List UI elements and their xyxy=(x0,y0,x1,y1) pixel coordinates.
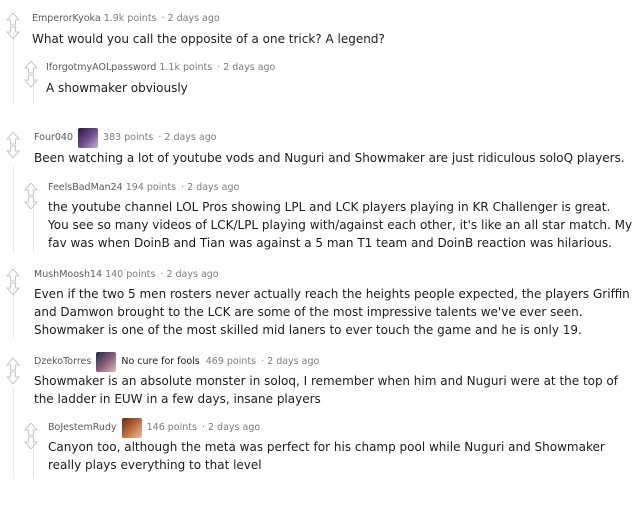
comment-body: the youtube channel LOL Pros showing LPL… xyxy=(48,198,632,252)
thread-line[interactable] xyxy=(13,166,14,252)
vote-controls xyxy=(6,357,20,385)
comment-text-line: the ladder in EUW in a few days, insane … xyxy=(34,392,321,406)
vote-controls xyxy=(24,422,38,450)
vote-controls xyxy=(6,131,20,159)
comment-timestamp[interactable]: 2 days ago xyxy=(223,61,275,75)
upvote-arrow-icon[interactable] xyxy=(6,268,20,282)
comment-points: 146 points xyxy=(146,422,197,433)
comment-meta: FeelsBadMan24 194 points · 2 days ago xyxy=(48,181,632,195)
comment: Four040 383 points · 2 days ago Been wat… xyxy=(34,128,625,167)
meta-separator: · xyxy=(181,182,185,193)
upvote-arrow-icon[interactable] xyxy=(24,182,38,196)
comment: IforgotmyAOLpassword 1.1k points · 2 day… xyxy=(46,61,275,97)
comment-text-line: You see so many videos of LCK/LPL playin… xyxy=(48,218,633,232)
comment-meta: MushMoosh14 140 points · 2 days ago xyxy=(34,268,630,282)
upvote-arrow-icon[interactable] xyxy=(6,131,20,145)
upvote-arrow-icon[interactable] xyxy=(24,60,38,74)
comment-points: 1.9k points xyxy=(103,13,157,24)
meta-separator: · xyxy=(261,356,265,367)
upvote-arrow-icon[interactable] xyxy=(6,357,20,371)
comment-meta: IforgotmyAOLpassword 1.1k points · 2 day… xyxy=(46,61,275,75)
comment-author[interactable]: EmperorKyoka xyxy=(32,12,101,26)
comment-text-line: Showmaker is an absolute monster in solo… xyxy=(34,374,618,388)
comment-timestamp[interactable]: 2 days ago xyxy=(267,355,319,369)
user-avatar xyxy=(78,128,98,148)
downvote-arrow-icon[interactable] xyxy=(6,145,20,159)
comment-body: Even if the two 5 men rosters never actu… xyxy=(34,285,630,339)
comment-body: Showmaker is an absolute monster in solo… xyxy=(34,372,618,408)
comment-author[interactable]: DzekoTorres xyxy=(34,355,91,369)
comment: BoJestemRudy 146 points · 2 days ago Can… xyxy=(48,418,605,474)
meta-separator: · xyxy=(217,62,221,73)
upvote-arrow-icon[interactable] xyxy=(24,422,38,436)
meta-separator: · xyxy=(158,132,162,143)
comment: DzekoTorres No cure for fools 469 points… xyxy=(34,352,618,408)
comment-body: Been watching a lot of youtube vods and … xyxy=(34,149,625,167)
upvote-arrow-icon[interactable] xyxy=(6,12,20,26)
comment-meta: BoJestemRudy 146 points · 2 days ago xyxy=(48,418,605,438)
user-avatar xyxy=(121,418,142,438)
comment-text-line: and Damwon brought to the LCK are some o… xyxy=(34,305,583,319)
comment-timestamp[interactable]: 2 days ago xyxy=(164,131,216,145)
vote-controls xyxy=(6,268,20,296)
comment-text-line: Showmaker is one of the most skilled mid… xyxy=(34,323,582,337)
comment-text-line: the youtube channel LOL Pros showing LPL… xyxy=(48,200,611,214)
comment-text-line: fav was when DoinB and Tian was against … xyxy=(48,236,612,250)
comment-author[interactable]: Four040 xyxy=(34,131,73,145)
comment: FeelsBadMan24 194 points · 2 days ago th… xyxy=(48,181,632,252)
vote-controls xyxy=(6,12,20,40)
downvote-arrow-icon[interactable] xyxy=(24,436,38,450)
comment-body: Canyon too, although the meta was perfec… xyxy=(48,438,605,474)
comment-text-line: Canyon too, although the meta was perfec… xyxy=(48,440,605,454)
comment-body: A showmaker obviously xyxy=(46,79,275,97)
comment-author[interactable]: FeelsBadMan24 xyxy=(48,181,123,195)
comment-points: 140 points xyxy=(105,269,156,280)
comment-text-line: A showmaker obviously xyxy=(46,81,188,95)
comment-points: 469 points xyxy=(205,356,257,367)
comment-points: 194 points xyxy=(125,182,177,193)
comment-timestamp[interactable]: 2 days ago xyxy=(166,268,218,282)
downvote-arrow-icon[interactable] xyxy=(24,74,38,88)
comment-body: What would you call the opposite of a on… xyxy=(32,30,385,48)
comment-timestamp[interactable]: 2 days ago xyxy=(208,421,260,435)
comment-points: 383 points xyxy=(103,132,154,143)
comment-meta: Four040 383 points · 2 days ago xyxy=(34,128,625,148)
user-flair-icon xyxy=(96,352,117,372)
vote-controls xyxy=(24,182,38,210)
comment-thread: EmperorKyoka 1.9k points · 2 days ago Wh… xyxy=(0,0,640,511)
meta-separator: · xyxy=(161,13,165,24)
comment: MushMoosh14 140 points · 2 days ago Even… xyxy=(34,268,630,339)
comment-text-line: Been watching a lot of youtube vods and … xyxy=(34,151,625,165)
downvote-arrow-icon[interactable] xyxy=(24,196,38,210)
comment-text-line: Even if the two 5 men rosters never actu… xyxy=(34,287,630,301)
comment-meta: EmperorKyoka 1.9k points · 2 days ago xyxy=(32,12,385,26)
thread-line[interactable] xyxy=(13,388,14,478)
user-flair: No cure for fools xyxy=(121,356,200,367)
comment-author[interactable]: BoJestemRudy xyxy=(48,421,117,435)
comment-timestamp[interactable]: 2 days ago xyxy=(168,12,220,26)
comment-points: 1.1k points xyxy=(159,62,213,73)
comment-meta: DzekoTorres No cure for fools 469 points… xyxy=(34,352,618,372)
meta-separator: · xyxy=(160,269,164,280)
downvote-arrow-icon[interactable] xyxy=(6,282,20,296)
comment-timestamp[interactable]: 2 days ago xyxy=(187,181,239,195)
meta-separator: · xyxy=(201,422,205,433)
comment-author[interactable]: IforgotmyAOLpassword xyxy=(46,61,156,75)
comment-text-line: What would you call the opposite of a on… xyxy=(32,32,385,46)
thread-line[interactable] xyxy=(13,32,14,104)
downvote-arrow-icon[interactable] xyxy=(6,26,20,40)
comment-text-line: really plays everything to that level xyxy=(48,458,262,472)
comment-author[interactable]: MushMoosh14 xyxy=(34,268,102,282)
vote-controls xyxy=(24,60,38,88)
comment: EmperorKyoka 1.9k points · 2 days ago Wh… xyxy=(32,12,385,48)
downvote-arrow-icon[interactable] xyxy=(6,371,20,385)
